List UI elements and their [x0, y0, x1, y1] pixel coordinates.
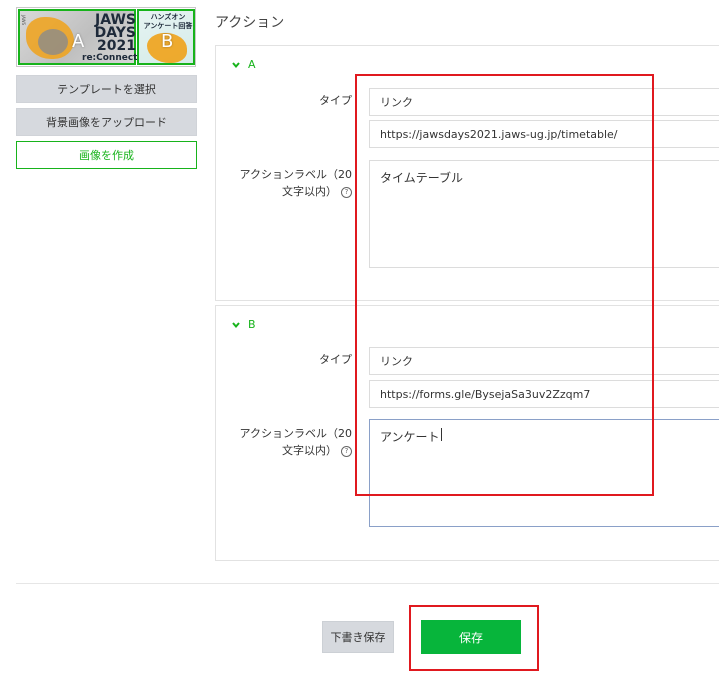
preview-zone-b[interactable]: ハンズオン アンケート回答 B: [137, 9, 195, 65]
action-b-header[interactable]: B: [232, 318, 256, 331]
action-label-label: アクションラベル（20 文字以内）?: [239, 168, 352, 198]
chevron-down-icon: [232, 321, 240, 328]
action-a-header[interactable]: A: [232, 58, 256, 71]
action-label-textarea-a[interactable]: タイムテーブル: [369, 160, 719, 268]
footer-divider: [16, 583, 719, 584]
type-select-value: リンク: [380, 96, 413, 109]
action-panel-a: A タイプ リンク https://jawsdays2021.jaws-ug.j…: [215, 45, 719, 301]
preview-vertical-text: JAWS: [21, 15, 26, 26]
action-label-label: アクションラベル（20 文字以内）?: [239, 427, 352, 457]
action-label-value: タイムテーブル: [380, 171, 464, 185]
url-input-b[interactable]: https://forms.gle/BysejaSa3uv2Zzqm7: [369, 380, 719, 408]
zone-b-caption: ハンズオン アンケート回答: [143, 13, 193, 30]
type-label: タイプ: [319, 94, 352, 107]
url-input-a[interactable]: https://jawsdays2021.jaws-ug.jp/timetabl…: [369, 120, 719, 148]
type-select-a[interactable]: リンク: [369, 88, 719, 116]
preview-zone-a[interactable]: JAWS JAWS DAYS 2021 re:Connect A: [18, 9, 138, 65]
help-icon[interactable]: ?: [341, 186, 352, 198]
save-button[interactable]: 保存: [421, 620, 521, 654]
zone-a-label: A: [72, 31, 85, 52]
action-label-value: アンケート: [380, 430, 440, 444]
action-b-title: B: [248, 318, 256, 331]
page-title: アクション: [215, 15, 285, 31]
draft-save-button[interactable]: 下書き保存: [322, 621, 394, 653]
jaws-days-logo: JAWS DAYS 2021 re:Connect: [82, 12, 138, 63]
action-panel-b: B タイプ リンク https://forms.gle/BysejaSa3uv2…: [215, 305, 719, 561]
type-label: タイプ: [319, 353, 352, 366]
text-cursor: [440, 428, 442, 441]
url-input-value: https://forms.gle/BysejaSa3uv2Zzqm7: [380, 387, 591, 401]
chevron-down-icon: [232, 61, 240, 68]
zone-b-label: B: [161, 31, 174, 52]
action-label-textarea-b[interactable]: アンケート: [369, 419, 719, 527]
type-select-b[interactable]: リンク: [369, 347, 719, 375]
select-template-button[interactable]: テンプレートを選択: [16, 75, 197, 103]
upload-background-button[interactable]: 背景画像をアップロード: [16, 108, 197, 136]
action-a-title: A: [248, 58, 256, 71]
create-image-button[interactable]: 画像を作成: [16, 141, 197, 169]
help-icon[interactable]: ?: [341, 445, 352, 457]
url-input-value: https://jawsdays2021.jaws-ug.jp/timetabl…: [380, 127, 618, 141]
richmenu-preview: JAWS JAWS DAYS 2021 re:Connect A ハンズオン ア…: [16, 7, 196, 67]
type-select-value: リンク: [380, 355, 413, 368]
fox-illustration-a-shadow: [38, 29, 68, 55]
